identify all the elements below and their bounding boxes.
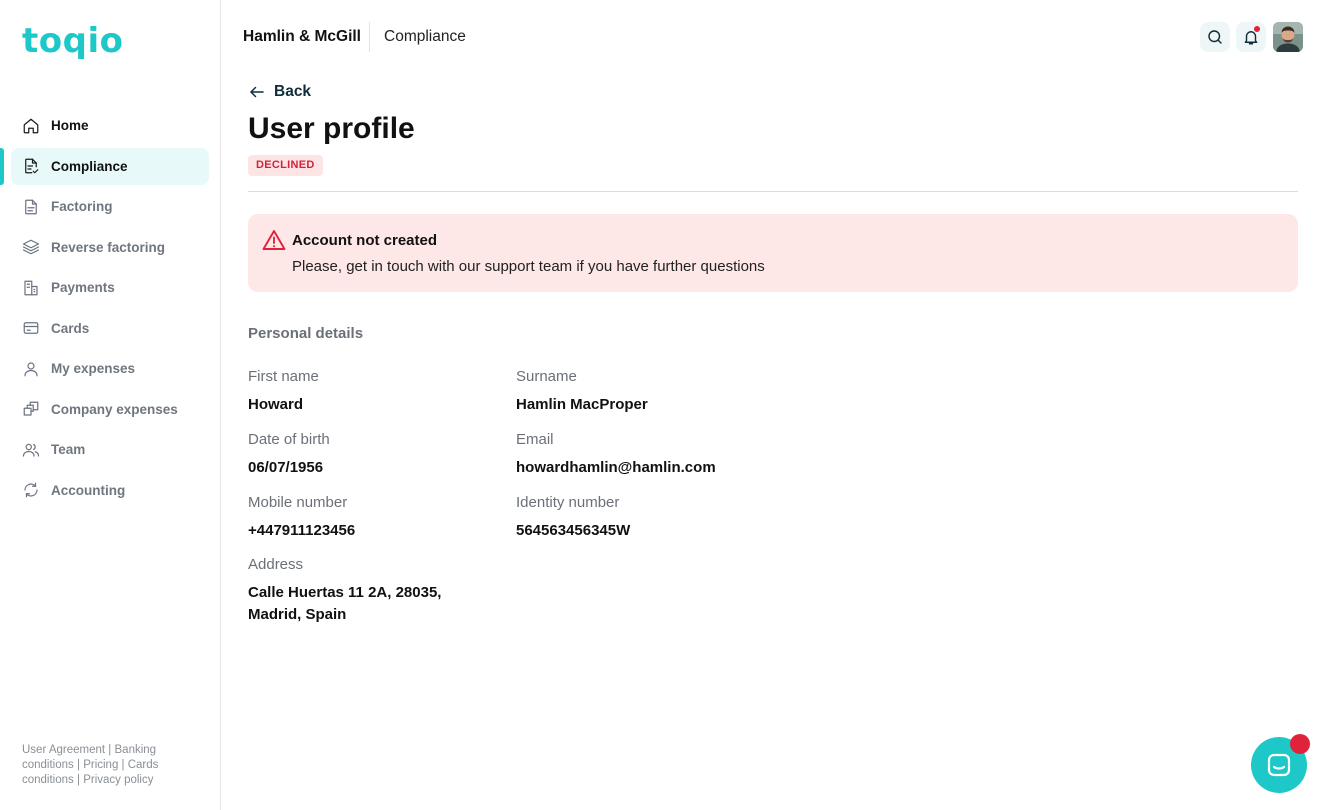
identity-number-field: Identity number 564563456345W <box>516 494 630 542</box>
field-value: Hamlin MacProper <box>516 396 648 413</box>
sidebar-item-label: Team <box>51 442 86 457</box>
chat-notification-dot <box>1290 734 1310 754</box>
surname-field: Surname Hamlin MacProper <box>516 368 648 416</box>
sidebar-item-label: Factoring <box>51 199 113 214</box>
field-value: Howard <box>248 396 304 413</box>
email-field: Email howardhamlin@hamlin.com <box>516 431 716 479</box>
notifications-button[interactable] <box>1236 22 1266 52</box>
field-value: +447911123456 <box>248 522 356 539</box>
home-icon <box>22 117 40 135</box>
field-label: Address <box>248 556 304 573</box>
sidebar-item-label: Accounting <box>51 482 126 498</box>
field-value: howardhamlin@hamlin.com <box>516 459 716 476</box>
footer-separator: | <box>73 774 84 786</box>
divider <box>248 191 1298 192</box>
error-alert: Account not created Please, get in touch… <box>248 214 1298 292</box>
field-value: 564563456345W <box>516 522 631 539</box>
back-label: Back <box>274 83 312 100</box>
sidebar-item-label: Cards <box>51 320 90 336</box>
avatar-image <box>1273 22 1303 52</box>
first-name-field: First name Howard <box>248 368 319 416</box>
chat-icon <box>1264 750 1294 780</box>
sidebar-item-label: Company expenses <box>51 401 178 417</box>
alert-title: Account not created <box>292 232 438 249</box>
sidebar-item-payments[interactable]: Payments <box>11 269 209 306</box>
top-bar: Hamlin & McGill Compliance <box>221 0 1325 74</box>
field-label: Email <box>516 431 554 448</box>
stacked-squares-icon <box>22 400 40 418</box>
search-button[interactable] <box>1200 22 1230 52</box>
pricing-link[interactable]: Pricing <box>83 759 118 771</box>
sidebar-item-home[interactable]: Home <box>11 107 209 144</box>
address-line-1: Calle Huertas 11 2A, 28035, <box>248 584 442 601</box>
section-heading: Personal details <box>248 325 364 342</box>
field-value: 06/07/1956 <box>248 459 324 476</box>
field-label: Mobile number <box>248 494 348 511</box>
search-icon <box>1206 28 1224 46</box>
page-title: User profile <box>248 112 415 145</box>
footer-separator: | <box>118 759 128 771</box>
field-value: Calle Huertas 11 2A, 28035, Madrid, Spai… <box>248 582 441 626</box>
privacy-policy-link[interactable]: Privacy policy <box>83 774 153 786</box>
alert-message: Please, get in touch with our support te… <box>292 258 765 275</box>
field-label: First name <box>248 368 319 385</box>
address-field: Address Calle Huertas 11 2A, 28035, Madr… <box>248 556 441 626</box>
toqio-logo[interactable]: toqio <box>22 24 123 58</box>
current-section: Compliance <box>384 28 466 45</box>
user-avatar[interactable] <box>1273 22 1303 52</box>
footer-separator: | <box>105 744 115 756</box>
sidebar-item-team[interactable]: Team <box>11 431 209 468</box>
warning-triangle-icon <box>262 229 286 251</box>
footer-links: User Agreement | Banking conditions | Pr… <box>22 743 182 788</box>
company-name[interactable]: Hamlin & McGill <box>243 28 361 46</box>
payments-icon <box>22 279 40 297</box>
sidebar: toqio Home Compliance Factoring Reverse … <box>0 0 221 810</box>
address-line-2: Madrid, Spain <box>248 606 347 623</box>
field-label: Surname <box>516 368 577 385</box>
user-agreement-link[interactable]: User Agreement <box>22 744 105 756</box>
sidebar-item-company-expenses[interactable]: Company expenses <box>11 391 209 428</box>
sidebar-item-label: Compliance <box>51 158 128 174</box>
sidebar-nav: Home Compliance Factoring Reverse factor… <box>0 107 220 512</box>
sidebar-item-label: Reverse factoring <box>51 239 166 255</box>
sidebar-item-cards[interactable]: Cards <box>11 310 209 347</box>
layers-icon <box>22 238 40 256</box>
sidebar-item-my-expenses[interactable]: My expenses <box>11 350 209 387</box>
date-of-birth-field: Date of birth 06/07/1956 <box>248 431 330 479</box>
sync-icon <box>22 481 40 499</box>
team-icon <box>22 441 40 459</box>
document-check-icon <box>22 157 40 175</box>
card-icon <box>22 319 40 337</box>
mobile-number-field: Mobile number +447911123456 <box>248 494 355 542</box>
sidebar-item-label: Payments <box>51 280 115 295</box>
footer-separator: | <box>73 759 84 771</box>
sidebar-item-compliance[interactable]: Compliance <box>0 147 209 185</box>
sidebar-item-accounting[interactable]: Accounting <box>11 472 209 509</box>
arrow-left-icon <box>248 83 274 101</box>
document-icon <box>22 198 40 216</box>
sidebar-item-label: My expenses <box>51 361 136 376</box>
back-link[interactable]: Back <box>248 83 311 101</box>
status-badge: DECLINED <box>248 155 323 176</box>
field-label: Identity number <box>516 494 620 511</box>
user-icon <box>22 360 40 378</box>
top-divider <box>369 22 370 52</box>
sidebar-item-factoring[interactable]: Factoring <box>11 188 209 225</box>
sidebar-item-label: Home <box>51 118 89 133</box>
notification-badge-dot <box>1254 26 1260 32</box>
sidebar-item-reverse-factoring[interactable]: Reverse factoring <box>11 229 209 266</box>
field-label: Date of birth <box>248 431 330 448</box>
